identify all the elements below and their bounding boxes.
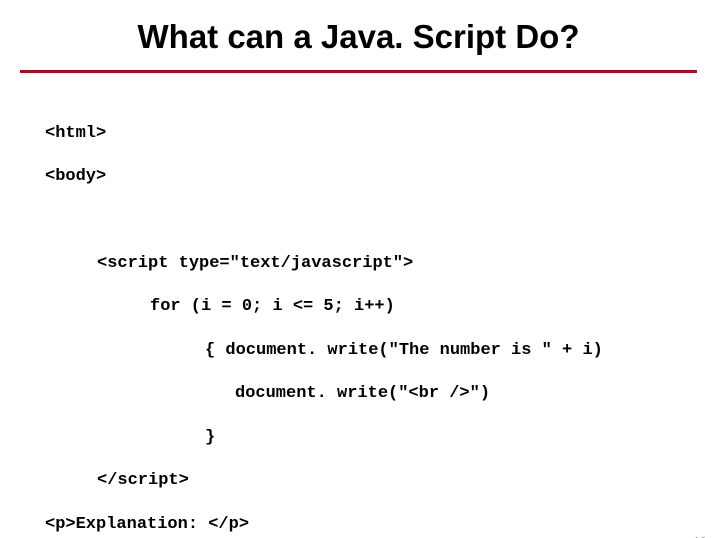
code-line: }	[205, 427, 672, 449]
horizontal-rule	[20, 70, 697, 73]
code-line: { document. write("The number is " + i)	[205, 340, 672, 362]
code-line: document. write("<br />")	[235, 383, 672, 405]
code-line: for (i = 0; i <= 5; i++)	[150, 296, 672, 318]
code-line: <p>Explanation: </p>	[45, 514, 672, 536]
code-line: <script type="text/javascript">	[97, 253, 672, 275]
code-line: <html>	[45, 123, 672, 145]
page-number: 40	[691, 534, 707, 538]
code-line: <body>	[45, 166, 672, 188]
code-block: <html> <body> <script type="text/javascr…	[45, 101, 672, 538]
code-line: </script>	[97, 470, 672, 492]
slide-title: What can a Java. Script Do?	[0, 18, 717, 56]
slide: What can a Java. Script Do? <html> <body…	[0, 18, 717, 538]
